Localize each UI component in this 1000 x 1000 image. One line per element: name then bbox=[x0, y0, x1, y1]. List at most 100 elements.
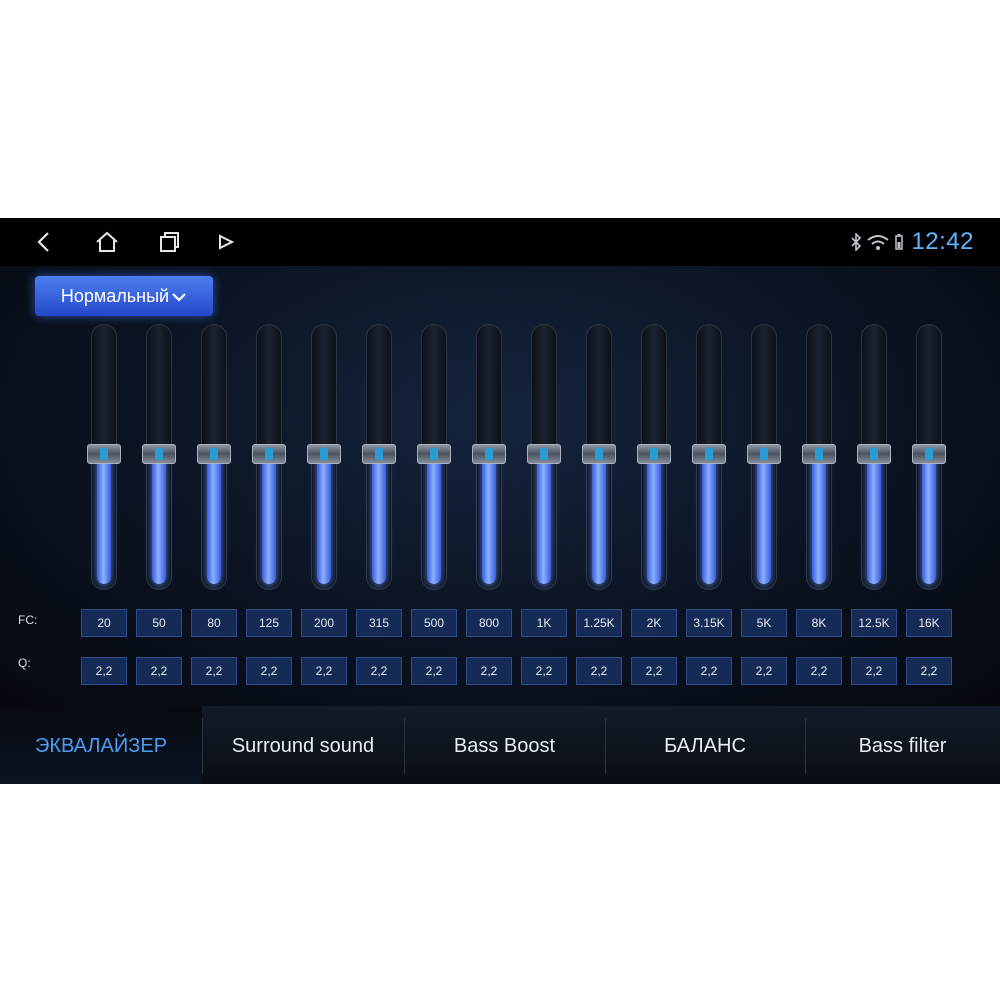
eq-slider[interactable] bbox=[857, 324, 891, 590]
fc-value[interactable]: 2K bbox=[631, 609, 677, 637]
eq-slider[interactable] bbox=[637, 324, 671, 590]
fc-value[interactable]: 1K bbox=[521, 609, 567, 637]
slider-handle[interactable] bbox=[802, 444, 836, 464]
slider-handle[interactable] bbox=[692, 444, 726, 464]
wifi-icon bbox=[867, 235, 889, 250]
q-value[interactable]: 2,2 bbox=[686, 657, 732, 685]
fc-value[interactable]: 12.5K bbox=[851, 609, 897, 637]
slider-fill bbox=[482, 454, 496, 584]
q-value[interactable]: 2,2 bbox=[796, 657, 842, 685]
slider-fill bbox=[867, 454, 881, 584]
slider-fill bbox=[757, 454, 771, 584]
slider-handle[interactable] bbox=[307, 444, 341, 464]
slider-handle[interactable] bbox=[362, 444, 396, 464]
tab-balance[interactable]: БАЛАНС bbox=[605, 706, 805, 784]
tab-divider bbox=[404, 718, 405, 774]
eq-slider[interactable] bbox=[252, 324, 286, 590]
fc-value[interactable]: 125 bbox=[246, 609, 292, 637]
preset-label: Нормальный bbox=[60, 286, 170, 306]
eq-slider[interactable] bbox=[472, 324, 506, 590]
eq-slider[interactable] bbox=[87, 324, 121, 590]
tab-divider bbox=[605, 718, 606, 774]
fc-value[interactable]: 16K bbox=[906, 609, 952, 637]
eq-slider[interactable] bbox=[582, 324, 616, 590]
clock: 12:42 bbox=[911, 228, 974, 255]
fc-value[interactable]: 50 bbox=[136, 609, 182, 637]
eq-slider[interactable] bbox=[912, 324, 946, 590]
slider-fill bbox=[97, 454, 111, 584]
slider-fill bbox=[537, 454, 551, 584]
slider-fill bbox=[317, 454, 331, 584]
slider-handle[interactable] bbox=[582, 444, 616, 464]
q-value[interactable]: 2,2 bbox=[851, 657, 897, 685]
slider-handle[interactable] bbox=[252, 444, 286, 464]
fc-value[interactable]: 80 bbox=[191, 609, 237, 637]
q-value[interactable]: 2,2 bbox=[576, 657, 622, 685]
tab-surround-sound[interactable]: Surround sound bbox=[202, 706, 404, 784]
slider-handle[interactable] bbox=[637, 444, 671, 464]
eq-slider[interactable] bbox=[417, 324, 451, 590]
slider-handle[interactable] bbox=[527, 444, 561, 464]
status-bar: 12:42 bbox=[0, 218, 1000, 266]
fc-value[interactable]: 315 bbox=[356, 609, 402, 637]
slider-handle[interactable] bbox=[142, 444, 176, 464]
q-value[interactable]: 2,2 bbox=[906, 657, 952, 685]
q-value[interactable]: 2,2 bbox=[631, 657, 677, 685]
slider-handle[interactable] bbox=[747, 444, 781, 464]
preset-dropdown[interactable]: Нормальный bbox=[35, 276, 213, 316]
slider-fill bbox=[647, 454, 661, 584]
eq-slider[interactable] bbox=[747, 324, 781, 590]
fc-value[interactable]: 3.15K bbox=[686, 609, 732, 637]
eq-slider[interactable] bbox=[307, 324, 341, 590]
tab-divider bbox=[202, 718, 203, 774]
fc-value[interactable]: 8K bbox=[796, 609, 842, 637]
slider-handle[interactable] bbox=[472, 444, 506, 464]
slider-handle[interactable] bbox=[417, 444, 451, 464]
q-value[interactable]: 2,2 bbox=[741, 657, 787, 685]
q-value[interactable]: 2,2 bbox=[81, 657, 127, 685]
q-value[interactable]: 2,2 bbox=[466, 657, 512, 685]
tab-equalizer[interactable]: ЭКВАЛАЙЗЕР bbox=[0, 706, 202, 784]
fc-value[interactable]: 200 bbox=[301, 609, 347, 637]
bottom-tab-bar: ЭКВАЛАЙЗЕР Surround sound Bass Boost БАЛАНС… bbox=[0, 706, 1000, 784]
equalizer-panel: Нормальный FC: Q: 20 2,2 50 2,2 80 2,2 125 2,2 2… bbox=[0, 266, 1000, 706]
back-icon[interactable] bbox=[32, 230, 58, 254]
eq-slider[interactable] bbox=[142, 324, 176, 590]
tab-divider bbox=[805, 718, 806, 774]
slider-fill bbox=[812, 454, 826, 584]
slider-handle[interactable] bbox=[87, 444, 121, 464]
q-value[interactable]: 2,2 bbox=[521, 657, 567, 685]
eq-slider[interactable] bbox=[802, 324, 836, 590]
tab-bass-filter[interactable]: Bass filter bbox=[805, 706, 1000, 784]
fc-value[interactable]: 20 bbox=[81, 609, 127, 637]
q-value[interactable]: 2,2 bbox=[191, 657, 237, 685]
slider-fill bbox=[152, 454, 166, 584]
q-value[interactable]: 2,2 bbox=[356, 657, 402, 685]
eq-slider[interactable] bbox=[362, 324, 396, 590]
eq-slider[interactable] bbox=[197, 324, 231, 590]
q-value[interactable]: 2,2 bbox=[301, 657, 347, 685]
battery-icon bbox=[895, 234, 903, 250]
eq-slider[interactable] bbox=[692, 324, 726, 590]
fc-value[interactable]: 500 bbox=[411, 609, 457, 637]
media-icon[interactable] bbox=[214, 230, 240, 254]
slider-fill bbox=[702, 454, 716, 584]
slider-handle[interactable] bbox=[197, 444, 231, 464]
q-value[interactable]: 2,2 bbox=[246, 657, 292, 685]
q-value[interactable]: 2,2 bbox=[411, 657, 457, 685]
bluetooth-icon bbox=[851, 233, 862, 251]
recents-icon[interactable] bbox=[156, 230, 182, 254]
head-unit-screen: 12:42 Нормальный FC: Q: 20 2,2 50 2,2 80 2,2 1… bbox=[0, 218, 1000, 784]
slider-fill bbox=[427, 454, 441, 584]
slider-handle[interactable] bbox=[857, 444, 891, 464]
slider-handle[interactable] bbox=[912, 444, 946, 464]
fc-value[interactable]: 800 bbox=[466, 609, 512, 637]
slider-fill bbox=[207, 454, 221, 584]
home-icon[interactable] bbox=[94, 230, 120, 254]
q-value[interactable]: 2,2 bbox=[136, 657, 182, 685]
fc-value[interactable]: 1.25K bbox=[576, 609, 622, 637]
fc-value[interactable]: 5K bbox=[741, 609, 787, 637]
eq-slider[interactable] bbox=[527, 324, 561, 590]
tab-bass-boost[interactable]: Bass Boost bbox=[404, 706, 605, 784]
q-row-label: Q: bbox=[18, 656, 31, 670]
